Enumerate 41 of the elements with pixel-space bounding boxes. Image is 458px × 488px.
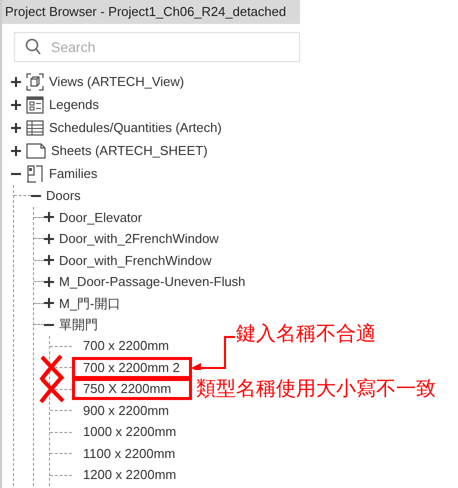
expand-icon[interactable] <box>44 255 54 266</box>
expand-icon[interactable] <box>11 146 21 156</box>
tree-item[interactable]: 750 X 2200mm <box>72 378 192 400</box>
search-icon <box>25 38 41 55</box>
tree-item[interactable]: Schedules/Quantities (Artech) <box>49 118 222 138</box>
tree-item[interactable]: Sheets (ARTECH_SHEET) <box>51 140 208 160</box>
legend-icon <box>26 96 44 114</box>
view-cube-icon <box>26 72 44 90</box>
expand-icon[interactable] <box>11 122 21 132</box>
tree-item[interactable]: 1000 x 2200mm <box>72 421 192 444</box>
expand-icon[interactable] <box>44 298 54 308</box>
expand-icon[interactable] <box>44 234 54 244</box>
cross-mark-icon <box>39 355 65 381</box>
tree-item[interactable]: 1100 x 2200mm <box>72 442 192 465</box>
window-title: Project Browser - Project1_Ch06_R24_detached <box>2 0 300 24</box>
expand-icon[interactable] <box>44 276 54 287</box>
tree-item[interactable]: M_Door-Passage-Uneven-Flush <box>59 272 246 292</box>
tree-item[interactable]: Families <box>49 164 98 184</box>
tree-item[interactable]: 700 x 2200mm 2 <box>72 356 192 379</box>
tree-item[interactable]: 900 x 2200mm <box>72 400 192 422</box>
tree-item[interactable]: Views (ARTECH_View) <box>49 72 184 92</box>
search-field[interactable]: Search <box>14 32 300 62</box>
tree-item[interactable]: Legends <box>49 94 99 114</box>
tree-item[interactable]: 1200 x 2200mm <box>72 464 192 486</box>
expand-icon[interactable] <box>11 76 21 86</box>
annotation-text: 鍵入名稱不合適 <box>236 322 376 346</box>
tree-item[interactable]: Door_with_2FrenchWindow <box>59 229 219 248</box>
family-icon <box>26 164 44 182</box>
cross-mark-icon <box>39 376 65 402</box>
table-icon <box>26 120 44 136</box>
tree-item[interactable]: Door_Elevator <box>59 208 142 227</box>
expand-icon[interactable] <box>44 212 54 222</box>
tree-item[interactable]: Doors <box>46 186 81 206</box>
tree-item[interactable]: M_門-開口 <box>59 294 120 313</box>
arrow-icon <box>189 334 235 370</box>
tree-item[interactable]: 單開門 <box>59 315 98 334</box>
sheet-icon <box>26 142 46 158</box>
expand-icon[interactable] <box>11 100 21 110</box>
tree-item[interactable]: Door_with_FrenchWindow <box>59 250 212 270</box>
tree-item[interactable]: 700 x 2200mm <box>72 335 192 358</box>
annotation-text: 類型名稱使用大小寫不一致 <box>196 376 436 400</box>
